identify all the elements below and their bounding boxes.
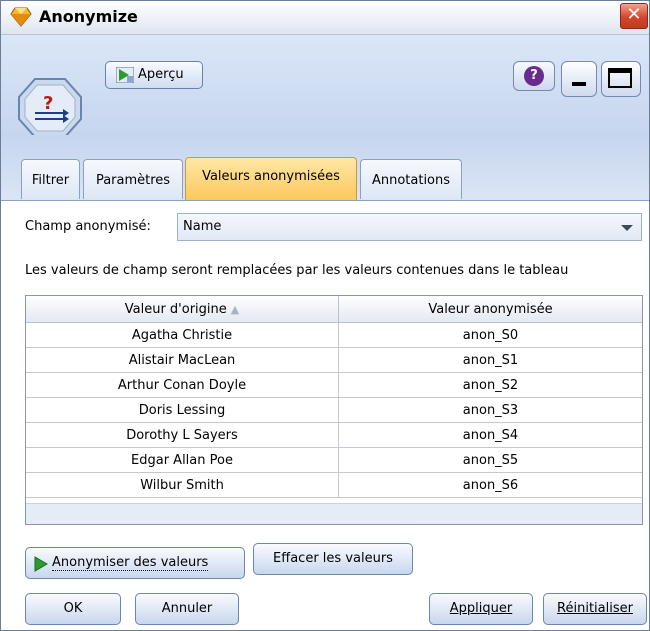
tab-bar: Filtrer Paramètres Valeurs anonymisées A…	[1, 135, 649, 201]
table-cell[interactable]: anon_S5	[338, 447, 642, 473]
chevron-down-icon[interactable]	[621, 225, 633, 231]
maximize-button[interactable]	[601, 61, 641, 97]
table-row[interactable]: Edgar Allan Poe anon_S5	[26, 447, 642, 473]
table-row[interactable]: Dorothy L Sayers anon_S4	[26, 422, 642, 448]
field-select[interactable]: Name	[177, 213, 642, 241]
anonymize-values-label: Anonymiser des valeurs	[52, 555, 209, 571]
cancel-button[interactable]: Annuler	[135, 593, 239, 625]
window-title: Anonymize	[39, 7, 138, 26]
anonymize-node-icon: ?	[18, 78, 82, 138]
sort-ascending-icon: ▲	[230, 302, 240, 316]
preview-label: Aperçu	[138, 67, 184, 82]
field-select-value: Name	[183, 219, 222, 234]
play-icon	[34, 556, 48, 572]
table-cell[interactable]: Arthur Conan Doyle	[26, 372, 339, 398]
column-header-original[interactable]: Valeur d'origine ▲	[26, 296, 339, 323]
tab-valeurs-anonymisees[interactable]: Valeurs anonymisées	[185, 157, 357, 201]
minimize-icon	[572, 82, 586, 86]
values-table[interactable]: Valeur d'origine ▲ Valeur anonymisée Agat…	[25, 295, 643, 525]
preview-button[interactable]: Aperçu	[105, 61, 203, 89]
ok-button[interactable]: OK	[25, 593, 121, 625]
anonymize-values-button[interactable]: Anonymiser des valeurs	[25, 547, 245, 579]
table-cell[interactable]: Agatha Christie	[26, 322, 339, 348]
table-cell[interactable]: Wilbur Smith	[26, 472, 339, 498]
tab-content: Champ anonymisé: Name Les valeurs de cha…	[1, 201, 649, 630]
table-cell[interactable]: anon_S4	[338, 422, 642, 448]
table-row[interactable]: Doris Lessing anon_S3	[26, 397, 642, 423]
tab-filtrer[interactable]: Filtrer	[21, 159, 80, 199]
tab-annotations[interactable]: Annotations	[360, 159, 462, 199]
table-cell[interactable]: Doris Lessing	[26, 397, 339, 423]
table-cell[interactable]: Dorothy L Sayers	[26, 422, 339, 448]
table-cell[interactable]: anon_S0	[338, 322, 642, 348]
title-bar[interactable]: Anonymize ✕	[1, 1, 649, 35]
field-label: Champ anonymisé:	[25, 219, 151, 234]
close-button[interactable]: ✕	[620, 3, 648, 29]
values-table-body: Valeur d'origine ▲ Valeur anonymisée Agat…	[26, 296, 642, 504]
svg-text:?: ?	[43, 93, 53, 114]
help-button[interactable]: ?	[513, 61, 555, 91]
description-text: Les valeurs de champ seront remplacées p…	[25, 263, 569, 278]
table-cell[interactable]: anon_S2	[338, 372, 642, 398]
maximize-icon	[608, 68, 632, 88]
table-cell[interactable]: anon_S3	[338, 397, 642, 423]
table-cell[interactable]: anon_S1	[338, 347, 642, 373]
clear-values-button[interactable]: Effacer les valeurs	[253, 543, 413, 575]
table-row[interactable]: Wilbur Smith anon_S6	[26, 472, 642, 498]
table-row[interactable]: Arthur Conan Doyle anon_S2	[26, 372, 642, 398]
help-icon: ?	[524, 66, 544, 86]
reset-button[interactable]: Réinitialiser	[543, 593, 647, 625]
table-row[interactable]: Alistair MacLean anon_S1	[26, 347, 642, 373]
preview-play-icon	[116, 67, 134, 83]
column-header-anonymized[interactable]: Valeur anonymisée	[338, 296, 642, 323]
anonymize-dialog: Anonymize ✕ ? Aperçu ? Filtrer Paramètre…	[0, 0, 650, 631]
minimize-button[interactable]	[561, 61, 597, 97]
apply-button[interactable]: Appliquer	[429, 593, 533, 625]
table-cell[interactable]: Alistair MacLean	[26, 347, 339, 373]
table-cell[interactable]: Edgar Allan Poe	[26, 447, 339, 473]
table-cell[interactable]: anon_S6	[338, 472, 642, 498]
tab-parametres[interactable]: Paramètres	[83, 159, 183, 199]
column-header-original-label: Valeur d'origine	[124, 301, 227, 317]
table-row[interactable]: Agatha Christie anon_S0	[26, 322, 642, 348]
diamond-node-icon	[10, 7, 32, 27]
toolbar: ? Aperçu ?	[1, 35, 649, 138]
